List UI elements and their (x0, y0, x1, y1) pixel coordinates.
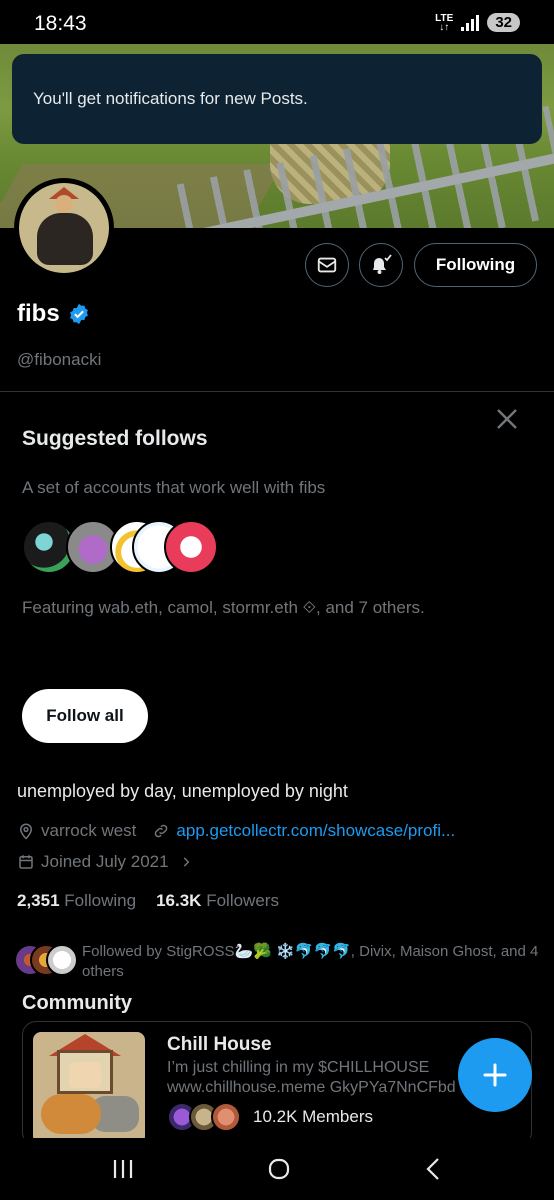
profile-name: fibs (17, 300, 60, 327)
chevron-right-icon (183, 857, 189, 867)
profile-avatar[interactable] (14, 178, 114, 278)
profile-meta-row: varrock west app.getcollectr.com/showcas… (17, 821, 455, 841)
following-stat[interactable]: 2,351 Following (17, 891, 136, 911)
community-description: I’m just chilling in my $CHILLHOUSE www.… (167, 1059, 456, 1096)
calendar-icon (19, 855, 33, 869)
back-button[interactable] (413, 1152, 453, 1186)
suggested-follows-title: Suggested follows (22, 427, 208, 450)
profile-link[interactable]: app.getcollectr.com/showcase/profi... (176, 821, 455, 841)
divider (0, 391, 554, 392)
suggested-avatar (164, 520, 218, 574)
profile-bio: unemployed by day, unemployed by night (17, 781, 348, 801)
battery-indicator: 32 (487, 13, 520, 32)
follower-avatar (46, 944, 78, 976)
message-button[interactable] (305, 243, 349, 287)
suggested-avatars[interactable] (22, 520, 222, 574)
recent-apps-button[interactable] (103, 1152, 143, 1186)
back-icon (426, 1158, 439, 1180)
recent-apps-icon (113, 1160, 133, 1178)
community-name: Chill House (167, 1034, 272, 1055)
follow-all-button[interactable]: Follow all (22, 689, 148, 743)
status-indicators: LTE ↓↑ 32 (435, 13, 520, 32)
community-card[interactable]: Chill House I’m just chilling in my $CHI… (22, 1021, 532, 1146)
notifications-button[interactable] (359, 243, 403, 287)
bell-check-icon (373, 254, 392, 274)
following-button[interactable]: Following (414, 243, 537, 287)
member-avatar (211, 1102, 241, 1132)
home-button[interactable] (259, 1152, 299, 1186)
envelope-icon (317, 257, 337, 273)
toast-message: You'll get notifications for new Posts. (33, 89, 308, 108)
signal-icon (461, 14, 480, 31)
community-section-title: Community (22, 992, 132, 1014)
suggested-featuring: Featuring wab.eth, camol, stormr.eth ⟐, … (22, 598, 425, 617)
followed-by-text: Followed by StigROSS🦢🥦 ❄️🐬🐬🐬, Divix, Mai… (82, 943, 539, 980)
link-icon (155, 824, 168, 838)
network-type: LTE ↓↑ (435, 12, 454, 33)
system-nav-bar (0, 1138, 554, 1200)
close-icon[interactable] (494, 406, 520, 432)
notification-toast: You'll get notifications for new Posts. (12, 54, 542, 144)
profile-stats: 2,351 Following 16.3K Followers (17, 891, 279, 911)
status-bar: 18:43 LTE ↓↑ 32 (0, 0, 554, 44)
home-icon (268, 1158, 290, 1180)
profile-joined-row[interactable]: Joined July 2021 (17, 852, 193, 872)
profile-joined: Joined July 2021 (41, 852, 169, 871)
plus-icon (483, 1063, 507, 1087)
community-image (33, 1032, 145, 1144)
followers-stat[interactable]: 16.3K Followers (156, 891, 279, 911)
status-time: 18:43 (34, 12, 87, 35)
suggested-follows-subtitle: A set of accounts that work well with fi… (22, 478, 326, 497)
profile-handle: @fibonacki (17, 350, 102, 369)
location-icon (19, 823, 33, 840)
profile-name-row: fibs (17, 300, 90, 328)
compose-post-button[interactable] (458, 1038, 532, 1112)
profile-location: varrock west (41, 821, 137, 840)
community-members-count: 10.2K Members (253, 1107, 373, 1126)
community-members: 10.2K Members (167, 1102, 373, 1132)
verified-badge-icon[interactable] (68, 303, 90, 325)
